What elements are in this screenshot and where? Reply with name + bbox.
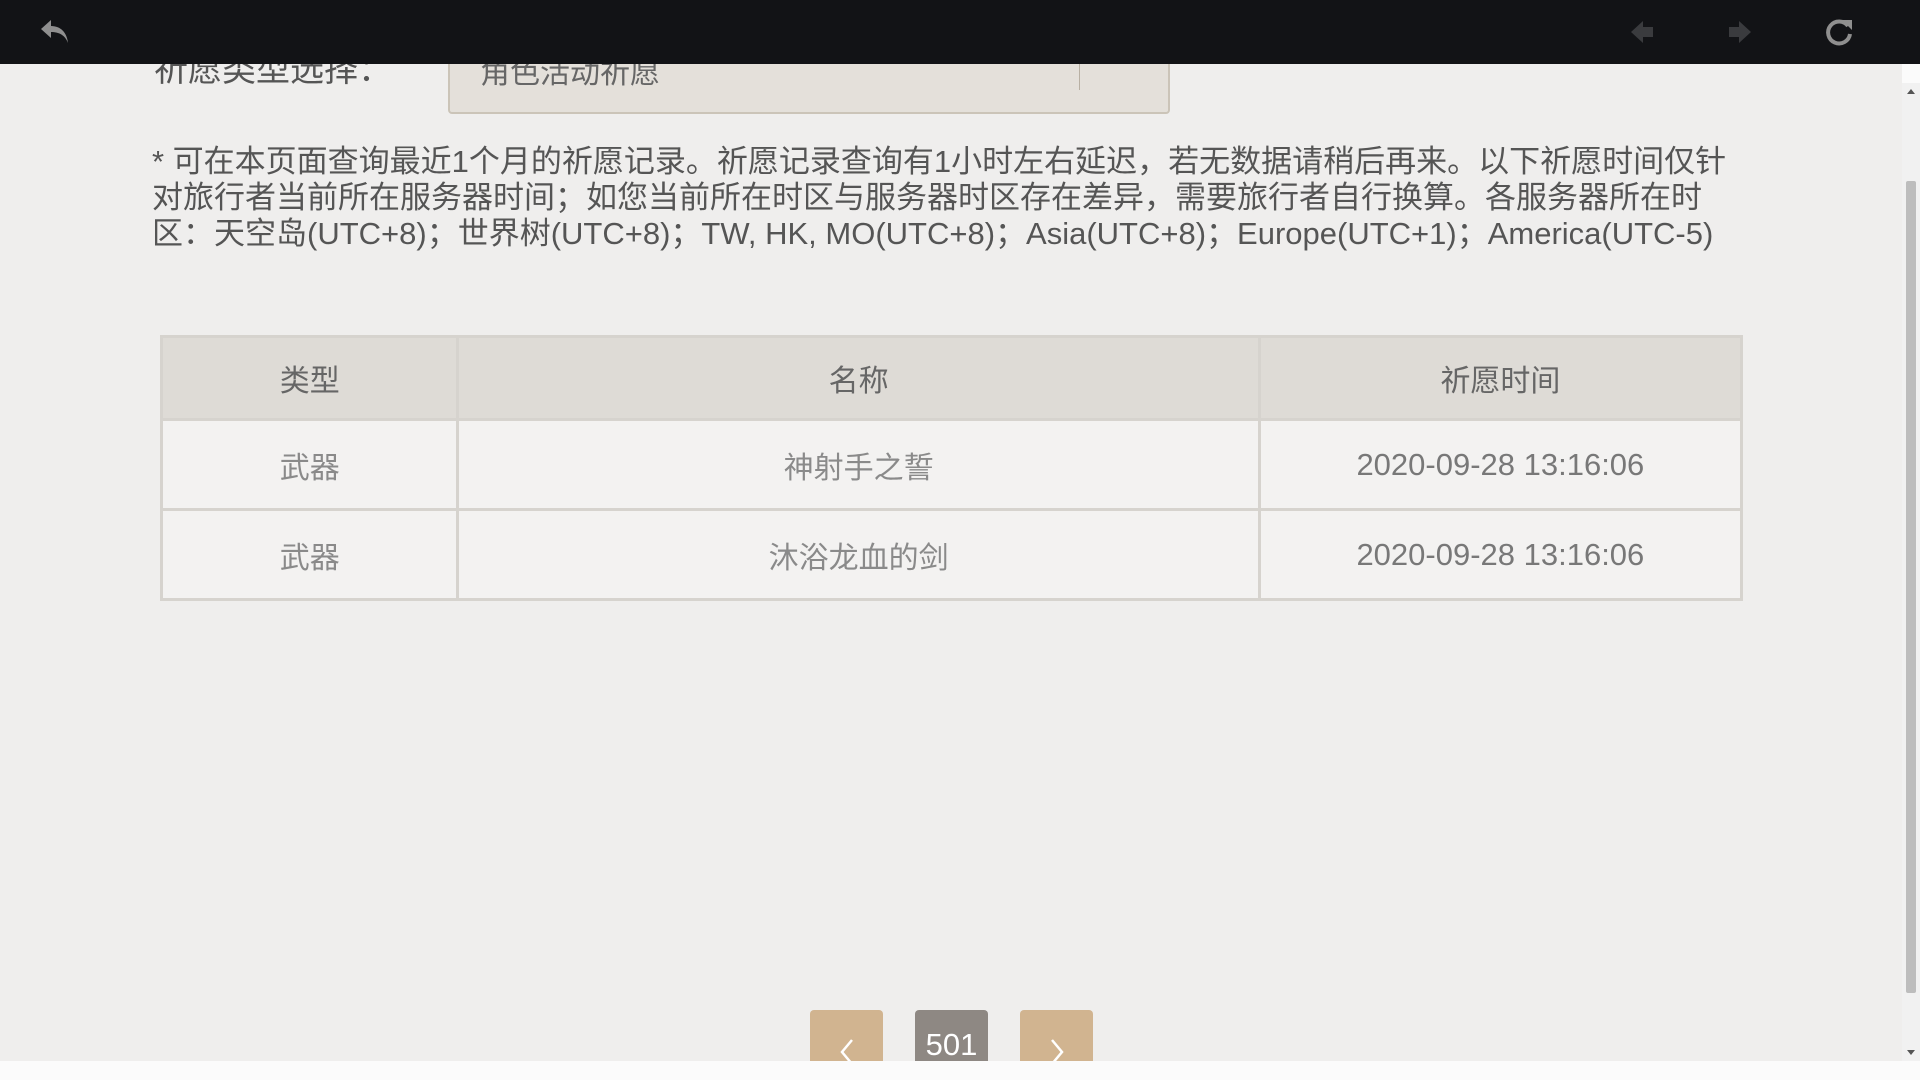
cell-name: 沐浴龙血的剑	[456, 508, 1261, 601]
reload-icon[interactable]	[1815, 8, 1863, 56]
scroll-up-arrow-icon[interactable]	[1907, 89, 1915, 94]
cell-type: 武器	[159, 508, 460, 601]
pagination: 501	[0, 1010, 1902, 1061]
cell-time: 2020-09-28 13:16:06	[1257, 418, 1744, 511]
cell-time: 2020-09-28 13:16:06	[1257, 508, 1744, 601]
chevron-right-icon	[1050, 1039, 1064, 1061]
wish-records-table: 类型 名称 祈愿时间 武器 神射手之誓 2020-09-28 13:16:06 …	[159, 335, 1744, 601]
current-page-number: 501	[915, 1010, 988, 1061]
table-row: 武器 神射手之誓 2020-09-28 13:16:06	[159, 418, 1744, 511]
header-time: 祈愿时间	[1257, 335, 1744, 421]
wish-type-label: 祈愿类型选择：	[154, 64, 392, 90]
notice-text: * 可在本页面查询最近1个月的祈愿记录。祈愿记录查询有1小时左右延迟，若无数据请…	[152, 144, 1727, 251]
wish-type-select[interactable]: 角色活动祈愿	[448, 64, 1170, 114]
bottom-gap-strip	[0, 1061, 1920, 1080]
browser-toolbar	[0, 0, 1920, 64]
scroll-thumb[interactable]	[1906, 181, 1916, 993]
vertical-scrollbar[interactable]	[1902, 83, 1920, 1061]
nav-next-icon[interactable]	[1716, 8, 1764, 56]
prev-page-button[interactable]	[810, 1010, 883, 1061]
cell-name: 神射手之誓	[456, 418, 1261, 511]
scroll-down-arrow-icon[interactable]	[1907, 1050, 1915, 1055]
cell-type: 武器	[159, 418, 460, 511]
table-header-row: 类型 名称 祈愿时间	[159, 335, 1744, 421]
header-name: 名称	[456, 335, 1261, 421]
chevron-left-icon	[839, 1039, 853, 1061]
wish-type-selected: 角色活动祈愿	[480, 64, 660, 91]
select-divider	[1079, 64, 1080, 90]
wish-history-page: 祈愿类型选择： 角色活动祈愿 * 可在本页面查询最近1个月的祈愿记录。祈愿记录查…	[0, 64, 1902, 1061]
table-row: 武器 沐浴龙血的剑 2020-09-28 13:16:06	[159, 508, 1744, 601]
nav-prev-icon[interactable]	[1618, 8, 1666, 56]
header-type: 类型	[159, 335, 460, 421]
back-arrow-icon[interactable]	[31, 8, 79, 56]
next-page-button[interactable]	[1020, 1010, 1093, 1061]
